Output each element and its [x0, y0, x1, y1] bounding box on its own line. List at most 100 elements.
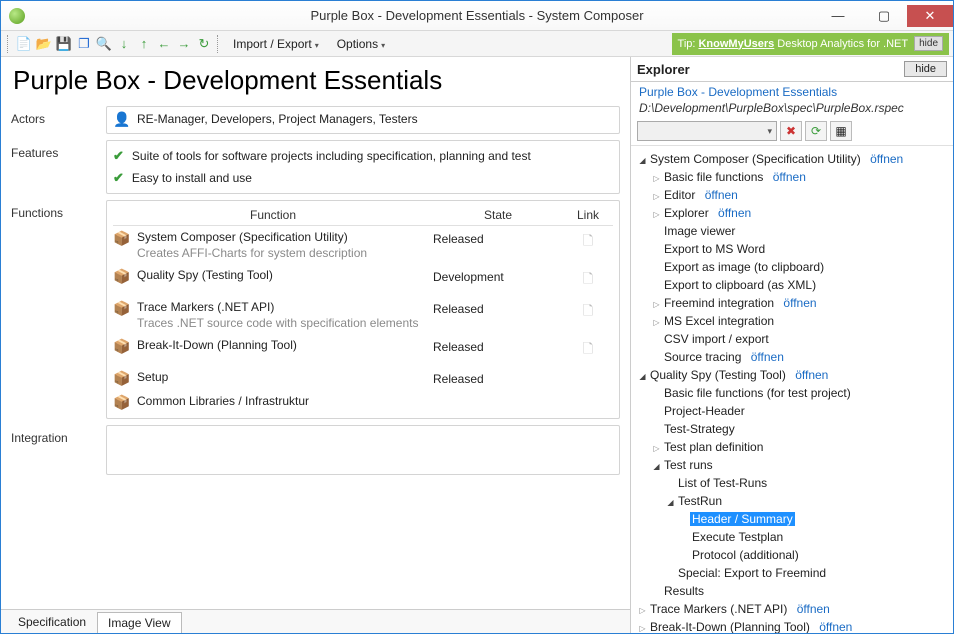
tree-item[interactable]: System Composer (Specification Utility) …	[637, 150, 949, 168]
tree-item[interactable]: Trace Markers (.NET API) öffnen	[637, 600, 949, 618]
func-head-link[interactable]: Link	[563, 208, 613, 222]
open-folder-icon[interactable]: 📂	[35, 35, 53, 53]
tree-item[interactable]: Image viewer	[637, 222, 949, 240]
tree-item[interactable]: Export as image (to clipboard)	[637, 258, 949, 276]
arrow-left-icon[interactable]: ←	[155, 35, 173, 53]
tip-link[interactable]: KnowMyUsers	[698, 38, 774, 50]
tree-label[interactable]: Basic file functions (for test project)	[662, 386, 853, 400]
search-icon[interactable]: 🔍	[95, 35, 113, 53]
tree-item[interactable]: Quality Spy (Testing Tool) öffnen	[637, 366, 949, 384]
expander-closed-icon[interactable]	[637, 621, 648, 633]
tree-label[interactable]: List of Test-Runs	[676, 476, 769, 490]
tree-item[interactable]: Special: Export to Freemind	[637, 564, 949, 582]
tree-label[interactable]: MS Excel integration	[662, 314, 776, 328]
table-row[interactable]: 📦Trace Markers (.NET API)Traces .NET sou…	[113, 296, 613, 334]
open-link[interactable]: öffnen	[751, 350, 784, 364]
tree-item[interactable]: Explorer öffnen	[637, 204, 949, 222]
tree-label[interactable]: Test runs	[662, 458, 715, 472]
func-head-name[interactable]: Function	[113, 208, 433, 222]
tree-label[interactable]: CSV import / export	[662, 332, 771, 346]
tree-item[interactable]: Test-Strategy	[637, 420, 949, 438]
expander-closed-icon[interactable]	[651, 297, 662, 312]
func-head-state[interactable]: State	[433, 208, 563, 222]
tree-label[interactable]: Export to MS Word	[662, 242, 767, 256]
tree-item[interactable]: Source tracing öffnen	[637, 348, 949, 366]
tree-item[interactable]: TestRun	[637, 492, 949, 510]
integration-field[interactable]	[106, 425, 620, 475]
tree-item[interactable]: Results	[637, 582, 949, 600]
arrow-up-icon[interactable]: ↑	[135, 35, 153, 53]
tree-item[interactable]: Basic file functions öffnen	[637, 168, 949, 186]
open-link[interactable]: öffnen	[773, 170, 806, 184]
arrow-right-icon[interactable]: →	[175, 35, 193, 53]
tree-item[interactable]: Test plan definition	[637, 438, 949, 456]
open-link[interactable]: öffnen	[783, 296, 816, 310]
tree-label[interactable]: Test-Strategy	[662, 422, 737, 436]
tree-label[interactable]: System Composer (Specification Utility)	[648, 152, 863, 166]
open-link[interactable]: öffnen	[870, 152, 903, 166]
tree-label[interactable]: Special: Export to Freemind	[676, 566, 828, 580]
table-row[interactable]: 📦Common Libraries / Infrastruktur	[113, 390, 613, 414]
document-icon[interactable]: 🗋	[583, 233, 593, 248]
tree-label[interactable]: Basic file functions	[662, 170, 765, 184]
tree-item[interactable]: Project-Header	[637, 402, 949, 420]
open-link[interactable]: öffnen	[795, 368, 828, 382]
delete-button[interactable]: ✖	[780, 121, 802, 141]
tree-label[interactable]: TestRun	[676, 494, 724, 508]
tree-label[interactable]: Explorer	[662, 206, 711, 220]
tree-label[interactable]: Results	[662, 584, 706, 598]
tree-item[interactable]: Break-It-Down (Planning Tool) öffnen	[637, 618, 949, 633]
maximize-button[interactable]: ▢	[861, 5, 907, 27]
tree-label[interactable]: Execute Testplan	[690, 530, 785, 544]
tree-label[interactable]: Export to clipboard (as XML)	[662, 278, 818, 292]
refresh-button[interactable]: ⟳	[805, 121, 827, 141]
tree-label[interactable]: Protocol (additional)	[690, 548, 801, 562]
save-icon[interactable]: 💾	[55, 35, 73, 53]
redo-icon[interactable]: ↻	[195, 35, 213, 53]
tab-specification[interactable]: Specification	[7, 611, 97, 633]
expander-open-icon[interactable]	[665, 495, 676, 510]
tree-label[interactable]: Project-Header	[662, 404, 747, 418]
open-link[interactable]: öffnen	[705, 188, 738, 202]
tree-item[interactable]: Freemind integration öffnen	[637, 294, 949, 312]
expander-closed-icon[interactable]	[651, 315, 662, 330]
expander-closed-icon[interactable]	[637, 603, 648, 618]
tree-item[interactable]: Export to MS Word	[637, 240, 949, 258]
open-link[interactable]: öffnen	[797, 602, 830, 616]
tab-image-view[interactable]: Image View	[97, 612, 181, 633]
import-export-menu[interactable]: Import / Export▾	[225, 35, 327, 53]
explorer-hide-button[interactable]: hide	[904, 61, 947, 77]
features-field[interactable]: ✔Suite of tools for software projects in…	[106, 140, 620, 194]
expander-open-icon[interactable]	[637, 369, 648, 384]
tree-label[interactable]: Break-It-Down (Planning Tool)	[648, 620, 812, 633]
table-row[interactable]: 📦Quality Spy (Testing Tool)Development🗋	[113, 264, 613, 296]
explorer-project-link[interactable]: Purple Box - Development Essentials	[631, 82, 953, 99]
options-menu[interactable]: Options▾	[329, 35, 393, 53]
copy-icon[interactable]: ❐	[75, 35, 93, 53]
tree-item[interactable]: Test runs	[637, 456, 949, 474]
tip-hide-button[interactable]: hide	[914, 36, 943, 51]
open-link[interactable]: öffnen	[819, 620, 852, 633]
tree-item[interactable]: Execute Testplan	[637, 528, 949, 546]
tree-item[interactable]: Export to clipboard (as XML)	[637, 276, 949, 294]
open-link[interactable]: öffnen	[718, 206, 751, 220]
arrow-down-icon[interactable]: ↓	[115, 35, 133, 53]
grid-button[interactable]: ▦	[830, 121, 852, 141]
tree-item[interactable]: List of Test-Runs	[637, 474, 949, 492]
minimize-button[interactable]: —	[815, 5, 861, 27]
tree-item[interactable]: Basic file functions (for test project)	[637, 384, 949, 402]
tree-label[interactable]: Export as image (to clipboard)	[662, 260, 826, 274]
explorer-combo[interactable]: ▾	[637, 121, 777, 141]
tree-label[interactable]: Quality Spy (Testing Tool)	[648, 368, 788, 382]
document-icon[interactable]: 🗋	[583, 341, 593, 356]
close-button[interactable]: ✕	[907, 5, 953, 27]
tree-label[interactable]: Source tracing	[662, 350, 743, 364]
expander-closed-icon[interactable]	[651, 207, 662, 222]
tree-item[interactable]: MS Excel integration	[637, 312, 949, 330]
tree-label[interactable]: Editor	[662, 188, 697, 202]
table-row[interactable]: 📦Break-It-Down (Planning Tool)Released🗋	[113, 334, 613, 366]
expander-open-icon[interactable]	[651, 459, 662, 474]
document-icon[interactable]: 🗋	[583, 303, 593, 318]
table-row[interactable]: 📦SetupReleased	[113, 366, 613, 390]
expander-closed-icon[interactable]	[651, 441, 662, 456]
